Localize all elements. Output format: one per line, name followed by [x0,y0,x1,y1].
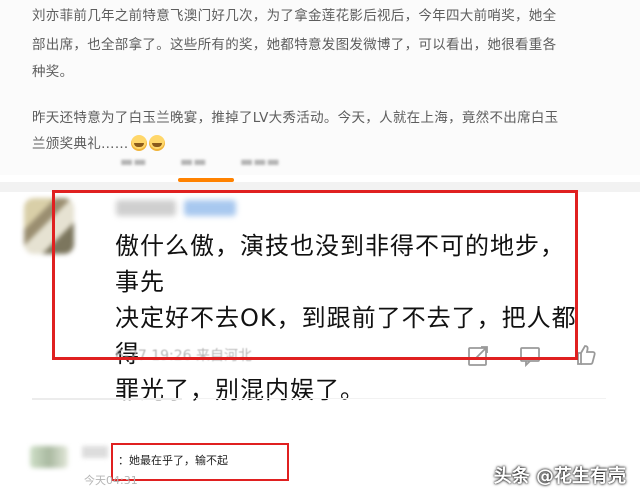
comment-tab-blurred[interactable]: ▬▬ [180,154,206,170]
comment-highlight-box [52,190,578,360]
like-tab-blurred[interactable]: ▬▬▬ [240,154,280,170]
post-text-line-wrapper: 兰颁奖典礼…… [32,132,165,152]
divider [196,398,606,399]
post-action-bar: ▬▬ ▬▬ ▬▬▬ [0,150,640,178]
post-text-line: 昨天还特意为了白玉兰晚宴，推掉了LV大秀活动。今天，人就在上海，竟然不出席白玉 [32,110,559,126]
crying-face-icon [148,135,165,151]
repost-tab-blurred[interactable]: ▬▬ [120,154,146,170]
reply-timestamp: 今天04:31 [84,474,138,487]
reply-avatar[interactable] [30,446,68,468]
reply-username-blurred[interactable] [82,446,108,458]
crying-face-icon [130,135,147,151]
reply-text: ：她最在乎了，输不起 [118,454,228,467]
comment-line: 罪光了，别混内娱了。 [115,376,365,404]
divider [32,398,182,400]
post-text-line: 部出席，也全部拿了。这些所有的奖，她都特意发图发微博了，可以看出，她很看重各 [32,37,557,53]
post-content: 刘亦菲前几年之前特意飞澳门好几次，为了拿金莲花影后视后，今年四大前哨奖，她全 部… [0,0,640,175]
watermark: 头条 @花生有壳 [493,466,626,487]
post-text-line: 种奖。 [32,64,74,80]
post-text-line: 刘亦菲前几年之前特意飞澳门好几次，为了拿金莲花影后视后，今年四大前哨奖，她全 [32,8,557,24]
